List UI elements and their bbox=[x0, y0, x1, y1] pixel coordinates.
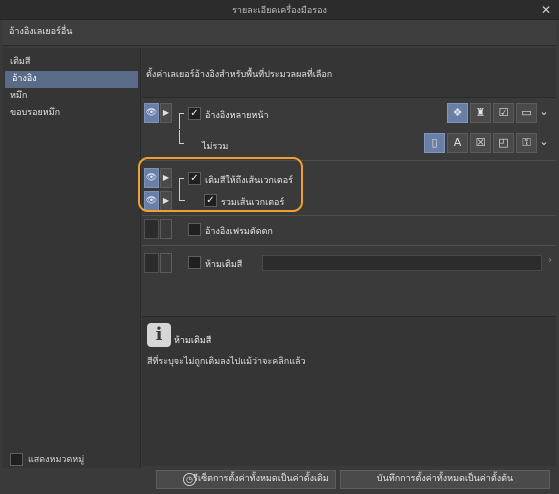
info-panel: i ห้ามเติมสี สีที่ระบุจะไม่ถูกเติมลงไปแม… bbox=[142, 316, 556, 466]
highlight-outline bbox=[138, 157, 303, 212]
no-fill-color-list[interactable] bbox=[262, 255, 542, 271]
eye-icon[interactable] bbox=[144, 219, 159, 239]
info-title: ห้ามเติมสี bbox=[174, 336, 212, 346]
row-exclude: ไม่รวม ▯ A ☒ ◰ ⚿ ⌄ bbox=[142, 130, 556, 156]
bracket-line bbox=[179, 113, 180, 129]
save-default-button[interactable]: บันทึกการตั้งค่าทั้งหมดเป็นค่าตั้งต้น bbox=[340, 470, 550, 489]
ref-frames-checkbox[interactable] bbox=[188, 223, 201, 236]
row-multi-reference: 👁 ▶ ✓ อ้างอิงหลายหน้า ❖ ♜ ☑ ▭ ⌄ bbox=[142, 100, 556, 129]
info-text: สีที่ระบุจะไม่ถูกเติมลงไปแม้ว่าจะคลิกแล้… bbox=[147, 357, 306, 367]
expand-triangle-icon[interactable]: ▶ bbox=[160, 103, 172, 123]
exclude-text-icon[interactable]: A bbox=[447, 133, 468, 153]
close-icon[interactable]: ✕ bbox=[539, 3, 553, 17]
category-sidebar: เติมสี อ้างอิง หมึก ขอบรอยหมึก bbox=[3, 48, 141, 468]
ref-frames-label: อ้างอิงเฟรมตัดตก bbox=[205, 227, 273, 237]
reset-all-button[interactable]: ◷ รีเซ็ตการตั้งค่าทั้งหมดเป็นค่าดั้งเดิม bbox=[156, 470, 336, 489]
row-no-fill: ห้ามเติมสี › bbox=[142, 250, 556, 276]
exclude-lock-icon[interactable]: ⚿ bbox=[516, 133, 537, 153]
row-ref-frames: อ้างอิงเฟรมตัดตก bbox=[142, 216, 556, 242]
folder-icon[interactable]: ▭ bbox=[516, 103, 537, 123]
chevron-down-icon[interactable]: ⌄ bbox=[537, 103, 551, 123]
exclude-layer-icon[interactable]: ▯ bbox=[424, 133, 445, 153]
tool-header: อ้างอิงเลเยอร์อื่น bbox=[3, 20, 556, 46]
expand-triangle-icon[interactable] bbox=[160, 253, 172, 273]
info-icon: i bbox=[147, 323, 171, 347]
eye-icon[interactable]: 👁 bbox=[144, 103, 159, 123]
no-fill-checkbox[interactable] bbox=[188, 256, 201, 269]
window-title: รายละเอียดเครื่องมือรอง bbox=[232, 5, 327, 16]
show-all-label: แสดงหมวดหมู่ bbox=[28, 455, 85, 465]
bracket-line bbox=[179, 143, 184, 144]
reset-all-label: รีเซ็ตการตั้งค่าทั้งหมดเป็นค่าดั้งเดิม bbox=[193, 474, 329, 484]
expand-triangle-icon[interactable] bbox=[160, 219, 172, 239]
tool-title: อ้างอิงเลเยอร์อื่น bbox=[9, 27, 73, 37]
show-all-categories[interactable]: แสดงหมวดหมู่ bbox=[10, 452, 84, 466]
exclude-selection-icon[interactable]: ◰ bbox=[493, 133, 514, 153]
sidebar-item-fill[interactable]: เติมสี bbox=[3, 54, 140, 71]
show-all-checkbox[interactable] bbox=[10, 452, 23, 466]
chevron-right-icon[interactable]: › bbox=[548, 255, 552, 266]
checked-layer-icon[interactable]: ☑ bbox=[493, 103, 514, 123]
chevron-down-icon[interactable]: ⌄ bbox=[537, 133, 551, 153]
settings-description: ตั้งค่าเลเยอร์อ้างอิงสำหรับพื้นที่ประมวล… bbox=[142, 48, 556, 98]
multi-ref-label: อ้างอิงหลายหน้า bbox=[205, 111, 269, 121]
bracket-line bbox=[179, 113, 184, 114]
exclude-checked-icon[interactable]: ☒ bbox=[470, 133, 491, 153]
reset-clock-icon: ◷ bbox=[183, 473, 196, 486]
no-fill-label: ห้ามเติมสี bbox=[205, 260, 243, 270]
sidebar-item-ink[interactable]: หมึก bbox=[3, 88, 140, 105]
divider bbox=[142, 245, 556, 246]
window-titlebar: รายละเอียดเครื่องมือรอง ✕ bbox=[0, 0, 559, 20]
eye-icon[interactable] bbox=[144, 253, 159, 273]
lighthouse-icon[interactable]: ♜ bbox=[470, 103, 491, 123]
sidebar-item-reference[interactable]: อ้างอิง bbox=[5, 71, 138, 88]
layers-icon[interactable]: ❖ bbox=[447, 103, 468, 123]
save-default-label: บันทึกการตั้งค่าทั้งหมดเป็นค่าตั้งต้น bbox=[376, 474, 514, 484]
bracket-line bbox=[179, 130, 180, 143]
multi-ref-checkbox[interactable]: ✓ bbox=[188, 107, 201, 120]
sidebar-item-ink-edge[interactable]: ขอบรอยหมึก bbox=[3, 105, 140, 122]
exclude-label: ไม่รวม bbox=[202, 142, 229, 152]
settings-panel: ตั้งค่าเลเยอร์อ้างอิงสำหรับพื้นที่ประมวล… bbox=[142, 48, 556, 468]
